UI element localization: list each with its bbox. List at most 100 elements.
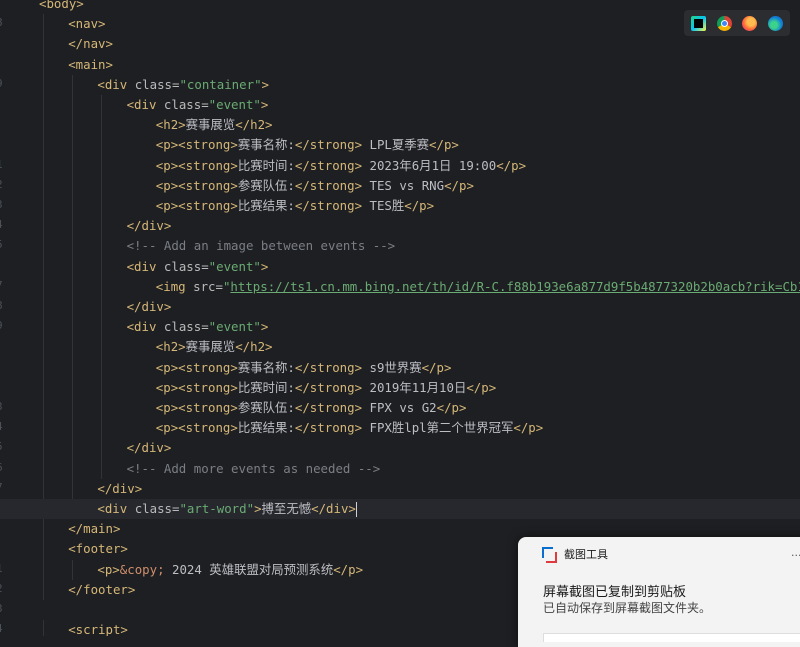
code-token: </strong> xyxy=(294,420,363,436)
code-token: </div> xyxy=(311,501,356,516)
code-line[interactable]: </main> xyxy=(0,519,120,539)
code-token: 比赛时间: xyxy=(237,379,295,395)
code-token: </p> xyxy=(466,379,497,395)
code-token: <main> xyxy=(68,56,113,72)
code-line[interactable]: <p><strong>比赛结果:</strong> TES胜</p> xyxy=(0,196,434,216)
code-line[interactable]: <div class="container"> xyxy=(0,75,269,95)
code-token: <p><strong> xyxy=(155,359,238,375)
code-line[interactable]: <p><strong>比赛时间:</strong> 2019年11月10日</p… xyxy=(0,378,496,398)
code-token: <p><strong> xyxy=(155,198,238,213)
code-token: </footer> xyxy=(68,581,136,597)
code-token: > xyxy=(261,76,269,92)
code-line[interactable]: </div> xyxy=(0,297,172,317)
code-token: 赛事名称: xyxy=(237,359,295,375)
code-token: &copy; xyxy=(119,561,165,577)
code-line[interactable]: <!-- Add more events as needed --> xyxy=(0,459,381,479)
code-token: <img xyxy=(155,278,194,294)
code-line[interactable]: </nav> xyxy=(0,34,113,54)
code-line[interactable]: <main> xyxy=(0,55,113,75)
code-token: </p> xyxy=(404,198,435,213)
code-token: <script> xyxy=(68,622,128,636)
code-token: <footer> xyxy=(68,541,128,557)
code-line[interactable] xyxy=(0,600,39,620)
code-line[interactable]: <div class="art-word">搏至无憾</div> xyxy=(0,499,800,519)
code-token: <p><strong> xyxy=(155,137,238,153)
code-line[interactable]: <script> xyxy=(0,620,128,636)
code-token: </div> xyxy=(97,480,143,496)
code-line[interactable]: <p><strong>赛事名称:</strong> LPL夏季赛</p> xyxy=(0,135,459,155)
notification-thumbnail-edge xyxy=(543,633,800,642)
code-token: > xyxy=(254,501,262,516)
code-token: </strong> xyxy=(294,379,363,395)
code-token: <body> xyxy=(39,0,84,11)
code-token: src= xyxy=(193,278,223,294)
code-token: LPL夏季赛 xyxy=(362,137,430,153)
code-token: 赛事名称: xyxy=(237,137,295,153)
code-token: class= xyxy=(163,97,209,112)
code-token: <p><strong> xyxy=(155,157,238,173)
code-token: 参赛队伍: xyxy=(237,400,295,415)
code-token: </p> xyxy=(421,359,452,375)
code-token: TES胜 xyxy=(362,198,405,213)
screenshot-notification[interactable]: 截图工具 ··· 屏幕截图已复制到剪贴板 已自动保存到屏幕截图文件夹。 xyxy=(518,537,800,647)
code-token: > xyxy=(260,97,269,112)
code-token: <p><strong> xyxy=(155,379,238,395)
code-token: </p> xyxy=(496,157,527,173)
code-token: </h2> xyxy=(235,117,273,133)
code-token: "event" xyxy=(208,97,261,112)
code-token: 2019年11月10日 xyxy=(362,379,467,395)
code-line[interactable]: <p><strong>赛事名称:</strong> s9世界赛</p> xyxy=(0,358,452,378)
code-token: > xyxy=(260,319,269,335)
code-line[interactable]: </div> xyxy=(0,438,172,458)
code-token: <div xyxy=(97,76,135,92)
code-line[interactable]: <h2>赛事展览</h2> xyxy=(0,337,273,357)
code-token: </p> xyxy=(333,561,364,577)
code-token: 2024 英雄联盟对局预测系统 xyxy=(164,561,334,577)
code-line[interactable]: <!-- Add an image between events --> xyxy=(0,236,396,256)
pycharm-icon[interactable] xyxy=(691,15,707,31)
code-line[interactable]: <p><strong>参赛队伍:</strong> TES vs RNG</p> xyxy=(0,176,474,196)
code-token: class= xyxy=(163,319,209,335)
code-token: <nav> xyxy=(68,16,106,32)
code-token: </div> xyxy=(126,218,172,234)
code-line[interactable]: <p><strong>参赛队伍:</strong> FPX vs G2</p> xyxy=(0,398,467,418)
firefox-icon[interactable] xyxy=(742,15,758,31)
code-token: <!-- Add an image between events --> xyxy=(126,238,396,254)
code-line[interactable]: <h2>赛事展览</h2> xyxy=(0,115,273,135)
code-token: </strong> xyxy=(294,177,363,193)
code-token: FPX vs G2 xyxy=(362,400,437,415)
code-token: TES vs RNG xyxy=(362,177,445,193)
code-token: "event" xyxy=(208,319,261,335)
code-line[interactable]: <p><strong>比赛时间:</strong> 2023年6月1日 19:0… xyxy=(0,156,526,176)
code-line[interactable]: <div class="event"> xyxy=(0,317,269,337)
code-line[interactable]: <p>&copy; 2024 英雄联盟对局预测系统</p> xyxy=(0,560,363,580)
code-line[interactable]: <nav> xyxy=(0,14,106,34)
code-line[interactable]: <div class="event"> xyxy=(0,95,269,115)
code-line[interactable]: </footer> xyxy=(0,580,135,600)
code-token: </strong> xyxy=(294,157,363,173)
snipping-tool-icon xyxy=(542,547,557,563)
code-token: </p> xyxy=(444,177,474,193)
code-token: <!-- Add more events as needed --> xyxy=(126,460,381,476)
browser-preview-bar xyxy=(684,10,790,36)
code-token: </div> xyxy=(126,299,172,314)
code-line[interactable]: <body> xyxy=(0,0,84,14)
code-line[interactable]: <img src="https://ts1.cn.mm.bing.net/th/… xyxy=(0,277,800,297)
code-token: s9世界赛 xyxy=(362,359,422,375)
code-token: "event" xyxy=(208,258,261,274)
code-token: <div xyxy=(126,258,164,274)
code-line[interactable]: <p><strong>比赛结果:</strong> FPX胜lpl第二个世界冠军… xyxy=(0,418,543,438)
code-token: 2023年6月1日 19:00 xyxy=(362,157,497,173)
code-line[interactable]: <footer> xyxy=(0,539,128,559)
code-token: </h2> xyxy=(235,339,273,355)
code-token: </main> xyxy=(68,521,121,537)
code-token: <p><strong> xyxy=(155,177,238,193)
code-line[interactable]: </div> xyxy=(0,479,142,499)
code-token: <div xyxy=(97,501,135,516)
chrome-icon[interactable] xyxy=(716,15,732,31)
code-token: </strong> xyxy=(294,359,363,375)
code-line[interactable]: <div class="event"> xyxy=(0,257,269,277)
more-options-button[interactable]: ··· xyxy=(791,549,800,562)
edge-icon[interactable] xyxy=(767,15,783,31)
code-line[interactable]: </div> xyxy=(0,216,172,236)
